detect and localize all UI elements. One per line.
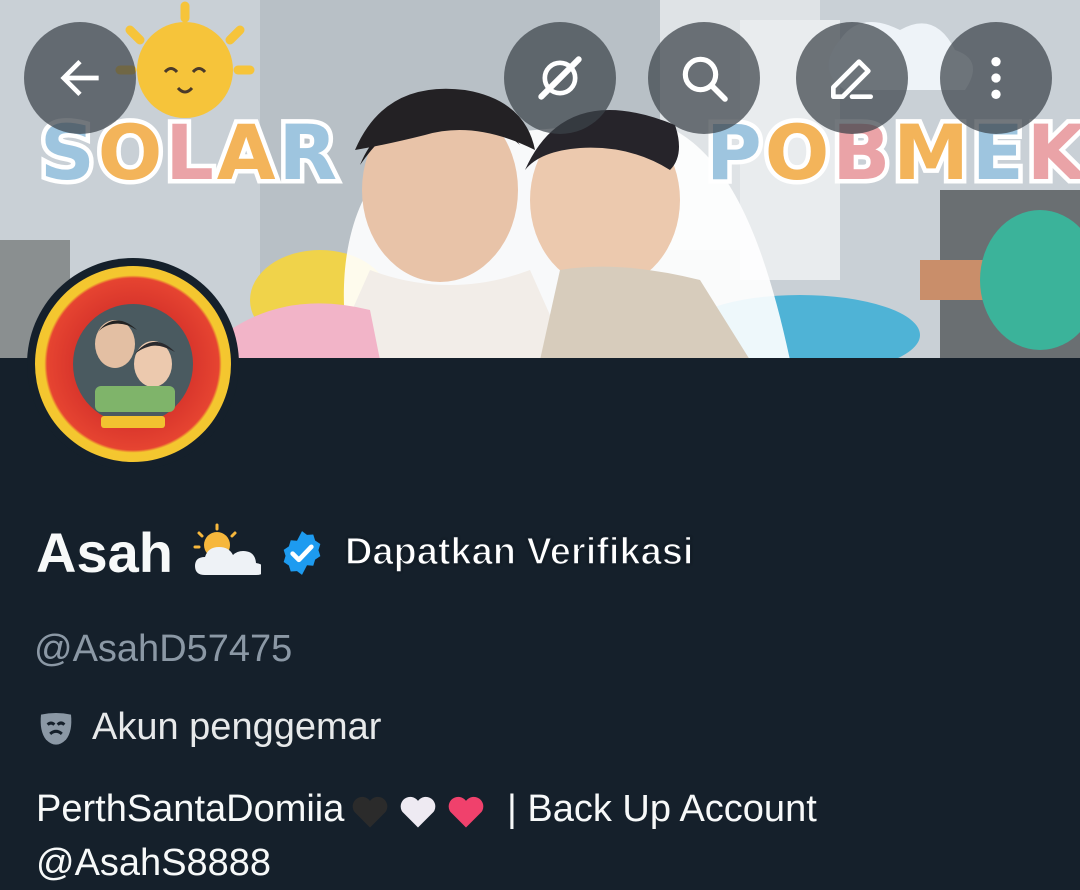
category-label: Akun penggemar (92, 706, 382, 748)
bio-text-suffix: | Back Up Account (496, 788, 817, 830)
bio-text: PerthSantaDomiia (36, 788, 345, 830)
avatar-art (73, 304, 193, 428)
profile-bio: PerthSantaDomiia | Back Up Account @Asah… (36, 782, 1036, 890)
verified-badge-icon[interactable] (277, 528, 327, 578)
red-heart-icon (449, 796, 484, 828)
bio-hearts (348, 789, 488, 833)
more-vertical-icon (991, 57, 1001, 99)
more-options-button[interactable] (940, 22, 1052, 134)
back-button[interactable] (24, 22, 136, 134)
mask-icon (40, 712, 72, 745)
black-heart-icon (353, 796, 388, 828)
profile-name-row: Asah Dapatkan Verifikasi (36, 520, 694, 585)
search-button[interactable] (648, 22, 760, 134)
display-name: Asah (36, 521, 173, 584)
edit-icon (831, 59, 873, 99)
bio-mention-link[interactable]: @AsahS8888 (36, 842, 271, 884)
grok-button[interactable] (504, 22, 616, 134)
user-handle: @AsahD57475 (34, 628, 293, 670)
profile-category: Akun penggemar (36, 706, 381, 749)
get-verified-link[interactable]: Dapatkan Verifikasi (344, 530, 694, 574)
profile-avatar[interactable] (27, 258, 239, 470)
back-arrow-icon (60, 60, 99, 96)
edit-button[interactable] (796, 22, 908, 134)
search-icon (682, 56, 728, 102)
grok-icon (538, 56, 582, 100)
avatar-image (35, 266, 231, 462)
sun-behind-cloud-icon (193, 523, 261, 575)
white-heart-icon (401, 796, 436, 828)
